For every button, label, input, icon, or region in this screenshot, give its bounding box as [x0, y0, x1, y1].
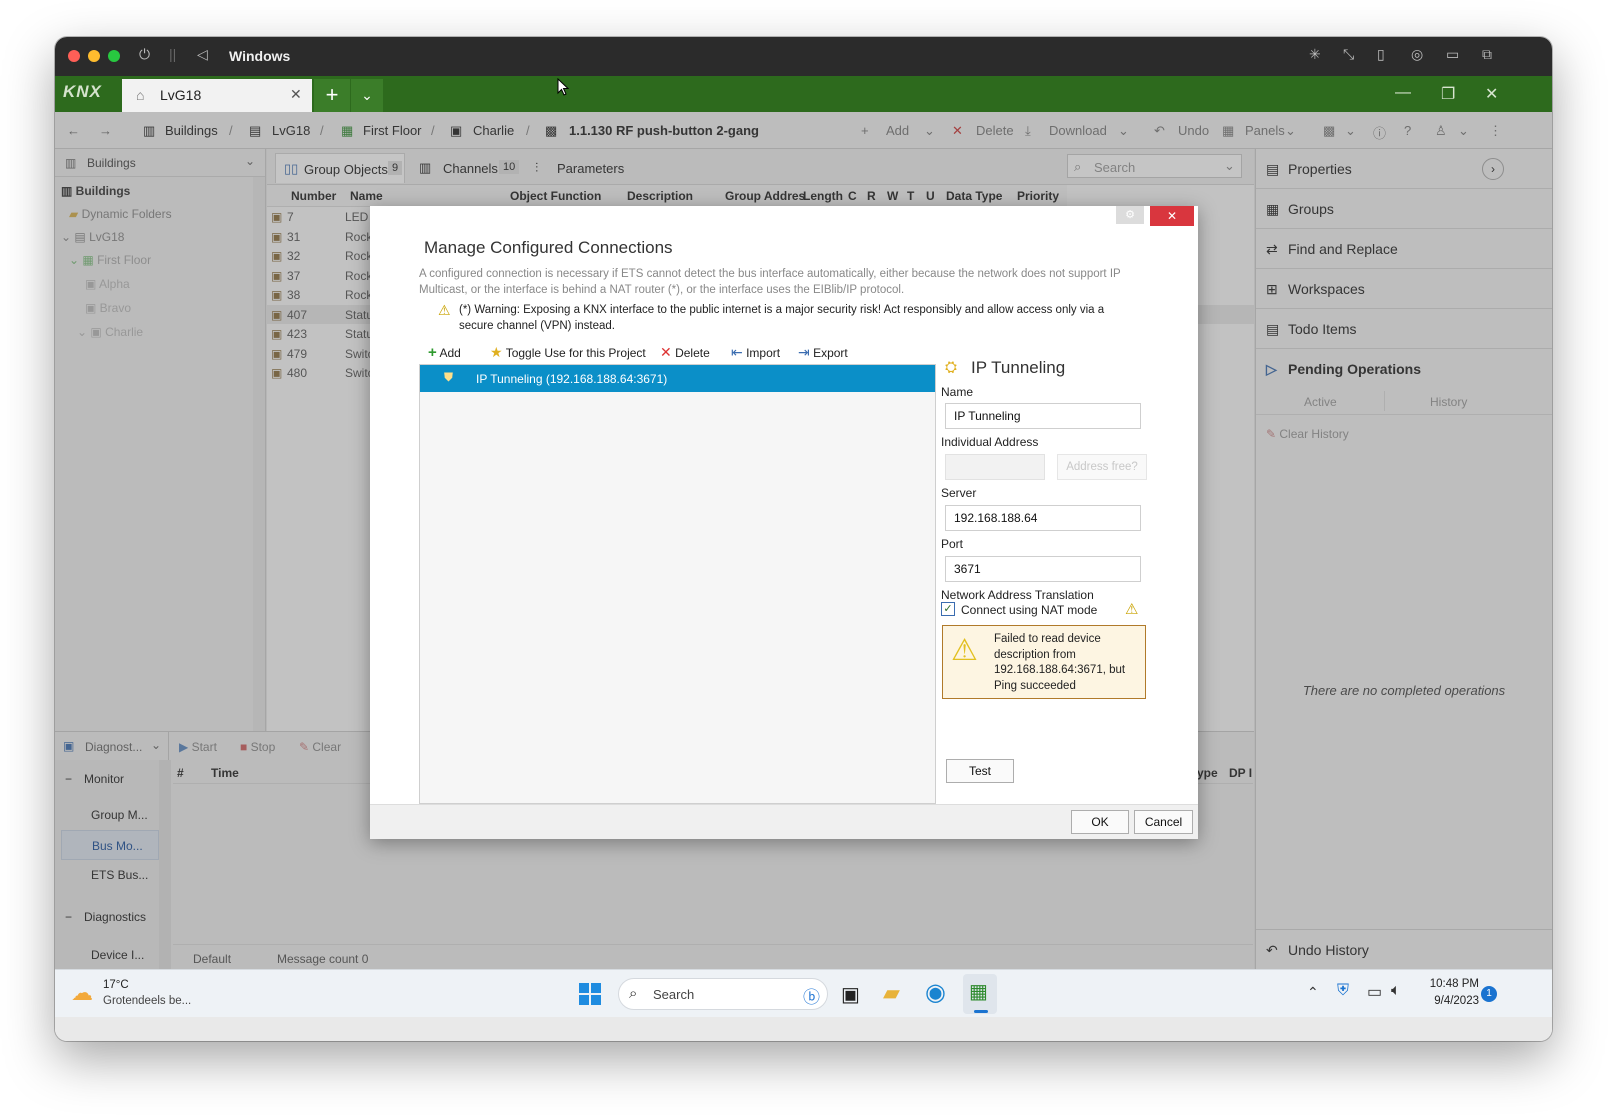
task-view-icon[interactable]: ▣ — [841, 982, 860, 1007]
connection-details: ⛭ IP Tunneling Name IP Tunneling Individ… — [937, 338, 1197, 804]
back-icon[interactable]: ◁ — [197, 46, 208, 63]
home-icon: ⌂ — [136, 87, 145, 103]
warning-icon: ⚠ — [438, 302, 451, 318]
nat-checkbox[interactable]: ✓ — [941, 602, 955, 616]
weather-icon[interactable]: ☁ — [71, 980, 93, 1006]
weather-desc[interactable]: Grotendeels be... — [103, 995, 191, 1007]
server-label: Server — [941, 486, 977, 500]
close-traffic-light[interactable] — [68, 50, 80, 62]
error-message: Failed to read device description from 1… — [994, 633, 1126, 692]
delete-icon: ✕ — [660, 344, 672, 360]
taskbar-search-label: Search — [653, 987, 695, 1002]
address-free-button: Address free? — [1057, 454, 1147, 480]
window-title: Windows — [229, 48, 291, 64]
dialog-close-button[interactable]: ✕ — [1150, 206, 1194, 226]
volume-icon[interactable]: 🔈︎ — [1391, 982, 1401, 1000]
search-icon: ⌕ — [629, 985, 638, 1002]
security-icon[interactable]: ⛨ — [1337, 982, 1349, 1000]
ets-taskbar-button[interactable]: ▦ — [963, 974, 997, 1014]
mac-titlebar: ⏻ || ◁ Windows ✳ ⤡ ▯ ◎ ▭ ⧉ — [55, 37, 1552, 76]
network-icon[interactable]: ▭ — [1367, 982, 1382, 1002]
toggle-label: Toggle Use for this Project — [505, 346, 646, 360]
ets-icon: ▦ — [969, 981, 988, 1003]
individual-address-field — [945, 454, 1045, 480]
connection-label: IP Tunneling (192.168.188.64:3671) — [476, 372, 668, 386]
power-icon[interactable]: ⏻ — [139, 46, 150, 63]
clock-date[interactable]: 9/4/2023 — [1423, 995, 1479, 1007]
mouse-cursor — [557, 78, 569, 97]
folder-icon[interactable]: ▭ — [1446, 46, 1459, 63]
camera-icon[interactable]: ◎ — [1411, 46, 1423, 63]
close-app-icon[interactable]: ✕ — [1485, 84, 1498, 104]
details-heading: IP Tunneling — [971, 358, 1066, 377]
close-tab-icon[interactable]: ✕ — [290, 86, 302, 103]
connections-list: ⛊ IP Tunneling (192.168.188.64:3671) — [419, 364, 936, 804]
error-box: ⚠ Failed to read device description from… — [942, 625, 1146, 699]
test-button[interactable]: Test — [946, 759, 1014, 783]
import-button[interactable]: ⇤ Import — [731, 344, 780, 361]
weather-temp[interactable]: 17°C — [103, 979, 129, 991]
dialog-intro: A configured connection is necessary if … — [419, 268, 1121, 296]
individual-address-label: Individual Address — [941, 435, 1039, 449]
resize-icon[interactable]: ⤡ — [1343, 46, 1354, 63]
tunnel-icon: ⛭ — [945, 359, 958, 376]
add-label: Add — [439, 346, 461, 360]
pause-icon: || — [169, 46, 177, 62]
knx-logo: KNX — [63, 82, 102, 101]
import-icon: ⇤ — [731, 344, 743, 360]
name-label: Name — [941, 385, 974, 399]
server-field[interactable]: 192.168.188.64 — [945, 505, 1141, 531]
minimize-traffic-light[interactable] — [88, 50, 100, 62]
clock-time[interactable]: 10:48 PM — [1423, 978, 1479, 990]
taskbar-search[interactable]: ⌕ Search ⓑ — [618, 978, 828, 1010]
notification-badge[interactable]: 1 — [1481, 986, 1497, 1002]
bing-icon: ⓑ — [803, 988, 820, 1007]
chevron-up-icon[interactable]: ⌃ — [1307, 984, 1319, 1001]
connection-item-selected[interactable]: ⛊ IP Tunneling (192.168.188.64:3671) — [420, 365, 935, 392]
edge-icon[interactable]: ◉ — [925, 978, 946, 1007]
brightness-icon[interactable]: ✳ — [1309, 46, 1321, 63]
port-field[interactable]: 3671 — [945, 556, 1141, 582]
nat-label: Network Address Translation — [941, 588, 1094, 602]
cancel-button[interactable]: Cancel — [1134, 810, 1193, 834]
usb-icon[interactable]: ▯ — [1377, 46, 1385, 63]
ok-button[interactable]: OK — [1071, 810, 1129, 834]
plus-icon: + — [428, 344, 437, 361]
tunnel-icon: ⛊ — [444, 370, 454, 384]
settings-icon[interactable]: ⚙ — [1116, 206, 1144, 224]
start-icon[interactable] — [578, 982, 602, 1006]
export-icon: ⇥ — [798, 344, 810, 360]
windows-icon[interactable]: ⧉ — [1482, 46, 1492, 63]
new-tab-button[interactable]: + — [314, 79, 350, 112]
export-label: Export — [813, 346, 848, 360]
connections-toolbar: + Add ★ Toggle Use for this Project ✕ De… — [428, 344, 928, 364]
dialog-footer: OK Cancel — [370, 804, 1198, 839]
restore-icon[interactable]: ❐ — [1441, 84, 1455, 104]
add-connection-button[interactable]: + Add — [428, 344, 461, 361]
delete-connection-button[interactable]: ✕ Delete — [660, 344, 710, 361]
warning-icon: ⚠ — [951, 634, 978, 667]
export-button[interactable]: ⇥ Export — [798, 344, 848, 361]
windows-taskbar: ☁ 17°C Grotendeels be... ⌕ Search ⓑ ▣ ▰ … — [55, 969, 1552, 1017]
toggle-use-button[interactable]: ★ Toggle Use for this Project — [490, 344, 646, 361]
star-icon: ★ — [490, 344, 503, 360]
active-indicator — [974, 1010, 988, 1013]
port-label: Port — [941, 537, 964, 551]
name-field[interactable]: IP Tunneling — [945, 403, 1141, 429]
security-warning: (*) Warning: Exposing a KNX interface to… — [459, 304, 1105, 332]
nat-checkbox-label[interactable]: Connect using NAT mode — [961, 603, 1097, 617]
app-tabbar: KNX ⌂ LvG18 ✕ + ⌄ — ❐ ✕ — [55, 76, 1552, 112]
project-tab[interactable]: ⌂ LvG18 ✕ — [122, 79, 312, 112]
project-tab-label: LvG18 — [160, 87, 202, 103]
mac-window: ⏻ || ◁ Windows ✳ ⤡ ▯ ◎ ▭ ⧉ KNX ⌂ LvG18 ✕… — [55, 37, 1552, 1041]
import-label: Import — [746, 346, 781, 360]
tab-list-button[interactable]: ⌄ — [351, 79, 383, 112]
dialog-title: Manage Configured Connections — [424, 238, 673, 257]
warning-icon: ⚠ — [1125, 601, 1139, 618]
minimize-icon[interactable]: — — [1395, 84, 1411, 102]
zoom-traffic-light[interactable] — [108, 50, 120, 62]
file-explorer-icon[interactable]: ▰ — [883, 980, 900, 1006]
manage-connections-dialog: ⚙ ✕ Manage Configured Connections A conf… — [370, 206, 1198, 839]
delete-label: Delete — [675, 346, 710, 360]
